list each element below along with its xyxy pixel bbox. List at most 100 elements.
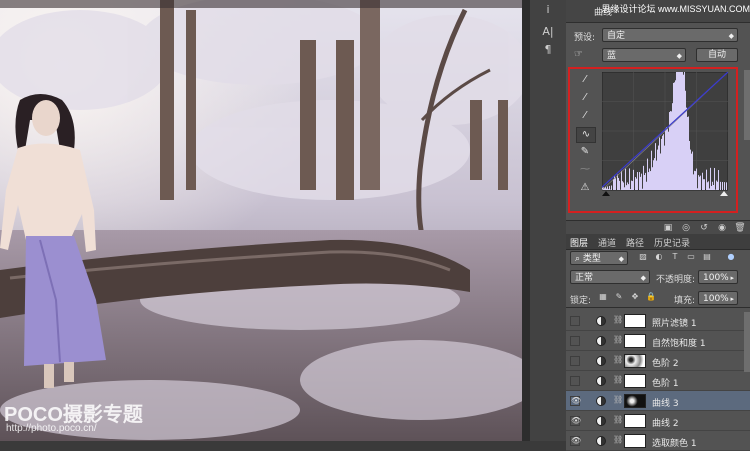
- visibility-toggle-icon[interactable]: 👁: [570, 436, 580, 446]
- visibility-icon[interactable]: ◉: [716, 222, 728, 234]
- preset-select[interactable]: 自定 ◆: [602, 28, 738, 42]
- histogram-bar: [724, 182, 725, 190]
- filter-toggle-icon[interactable]: ●: [726, 252, 736, 262]
- layer-row[interactable]: 👁 ⛓ 曲线 2: [566, 411, 750, 431]
- layer-row[interactable]: ⛓ 照片滤镜 1: [566, 311, 750, 331]
- reset-icon[interactable]: ↺: [698, 222, 710, 234]
- histogram-bar: [716, 181, 717, 190]
- histogram-bar: [613, 179, 614, 190]
- curve-point-icon[interactable]: ∿: [576, 127, 596, 143]
- filter-shape-icon[interactable]: ▭: [686, 252, 696, 262]
- sample-in-image-black-icon[interactable]: ⁄: [576, 73, 594, 87]
- histogram-bar: [636, 179, 637, 190]
- target-adjust-icon[interactable]: ☞: [574, 49, 583, 60]
- histogram-bar: [703, 179, 704, 190]
- filter-adjustment-icon[interactable]: ◐: [654, 252, 664, 262]
- dropdown-arrow-icon: ◆: [677, 49, 682, 63]
- tab-layers[interactable]: 图层: [570, 236, 588, 249]
- trash-icon[interactable]: 🗑: [734, 222, 746, 234]
- pencil-icon[interactable]: ✎: [576, 145, 594, 159]
- white-point-slider[interactable]: [720, 191, 728, 196]
- layer-row-selected[interactable]: 👁 ⛓ 曲线 3: [566, 391, 750, 411]
- paragraph-icon[interactable]: ¶: [538, 42, 558, 58]
- link-icon[interactable]: ⛓: [613, 315, 619, 326]
- tab-channels[interactable]: 通道: [598, 236, 616, 249]
- sample-in-image-gray-icon[interactable]: ⁄: [576, 91, 594, 105]
- view-previous-icon[interactable]: ◎: [680, 222, 692, 234]
- histogram-bar: [670, 111, 671, 190]
- layers-scrollbar[interactable]: [744, 312, 750, 372]
- layer-row[interactable]: ⛓ 色阶 2: [566, 351, 750, 371]
- histogram-bar: [615, 178, 616, 190]
- layer-mask-thumbnail[interactable]: [624, 434, 646, 448]
- filter-type-icon[interactable]: T: [670, 252, 680, 262]
- filter-type-select[interactable]: ⌕ 类型 ◆: [570, 251, 628, 265]
- tab-history[interactable]: 历史记录: [654, 236, 690, 249]
- photo-canvas[interactable]: POCO摄影专题 http://photo.poco.cn/: [0, 0, 522, 441]
- layer-name: 自然饱和度 1: [652, 336, 706, 349]
- histogram-bar: [653, 160, 654, 190]
- tab-paths[interactable]: 路径: [626, 236, 644, 249]
- black-point-slider[interactable]: [602, 191, 610, 196]
- histogram-bar: [682, 72, 683, 190]
- layer-row[interactable]: ⛓ 自然饱和度 1: [566, 331, 750, 351]
- histogram-bar: [635, 177, 636, 190]
- link-icon[interactable]: ⛓: [613, 375, 619, 386]
- auto-button[interactable]: 自动: [696, 48, 738, 62]
- layer-row[interactable]: 👁 ⛓ 选取颜色 1: [566, 431, 750, 451]
- histogram-bar: [658, 146, 659, 190]
- layer-mask-thumbnail[interactable]: [624, 334, 646, 348]
- link-icon[interactable]: ⛓: [613, 335, 619, 346]
- filter-smart-object-icon[interactable]: ▤: [702, 252, 712, 262]
- histogram-bar: [627, 182, 628, 190]
- character-icon[interactable]: A|: [538, 24, 558, 40]
- channel-value: 蓝: [607, 51, 616, 61]
- properties-scrollbar[interactable]: [744, 70, 750, 140]
- link-icon[interactable]: ⛓: [613, 415, 619, 426]
- properties-footer: ▣ ◎ ↺ ◉ 🗑: [566, 220, 750, 235]
- preset-row: 预设: 自定 ◆: [566, 26, 750, 46]
- visibility-toggle-icon[interactable]: [570, 376, 580, 386]
- curve-graph[interactable]: [602, 72, 728, 196]
- lock-all-icon[interactable]: 🔒: [646, 292, 656, 302]
- layer-row[interactable]: ⛓ 色阶 1: [566, 371, 750, 391]
- histogram-bar: [618, 178, 619, 190]
- layer-mask-thumbnail[interactable]: [624, 314, 646, 328]
- histogram-bar: [695, 171, 696, 190]
- visibility-toggle-icon[interactable]: 👁: [570, 396, 580, 406]
- curve-graph-svg[interactable]: [602, 72, 728, 196]
- visibility-toggle-icon[interactable]: [570, 356, 580, 366]
- lock-position-icon[interactable]: ✥: [630, 292, 640, 302]
- histogram-bar: [676, 72, 677, 190]
- filter-pixel-icon[interactable]: ▨: [638, 252, 648, 262]
- clipping-warning-icon[interactable]: ⚠: [576, 181, 594, 195]
- histogram-bar: [696, 169, 697, 190]
- search-icon: ⌕: [575, 254, 583, 264]
- info-icon[interactable]: i: [538, 2, 558, 18]
- visibility-toggle-icon[interactable]: [570, 336, 580, 346]
- layer-mask-thumbnail[interactable]: [624, 354, 646, 368]
- dropdown-arrow-icon: ◆: [641, 271, 646, 285]
- link-icon[interactable]: ⛓: [613, 355, 619, 366]
- visibility-toggle-icon[interactable]: [570, 316, 580, 326]
- lock-image-icon[interactable]: ✎: [614, 292, 624, 302]
- histogram-bar: [661, 139, 662, 190]
- histogram-bar: [633, 170, 634, 190]
- layer-name: 色阶 1: [652, 376, 679, 389]
- layers-tabs: 图层 通道 路径 历史记录: [566, 234, 750, 250]
- lock-transparent-icon[interactable]: ▦: [598, 292, 608, 302]
- histogram-bar: [623, 182, 624, 190]
- channel-select[interactable]: 蓝 ◆: [602, 48, 686, 62]
- sample-in-image-white-icon[interactable]: ⁄: [576, 109, 594, 123]
- blend-mode-select[interactable]: 正常 ◆: [570, 270, 650, 284]
- smooth-icon[interactable]: ⁓: [576, 163, 594, 177]
- fill-input[interactable]: 100% ▸: [698, 291, 738, 305]
- opacity-input[interactable]: 100% ▸: [698, 270, 738, 284]
- clip-to-layer-icon[interactable]: ▣: [662, 222, 674, 234]
- histogram-bar: [687, 117, 688, 190]
- layer-mask-thumbnail[interactable]: [624, 394, 646, 408]
- link-icon[interactable]: ⛓: [613, 395, 619, 406]
- layer-mask-thumbnail[interactable]: [624, 374, 646, 388]
- layer-mask-thumbnail[interactable]: [624, 414, 646, 428]
- visibility-toggle-icon[interactable]: 👁: [570, 416, 580, 426]
